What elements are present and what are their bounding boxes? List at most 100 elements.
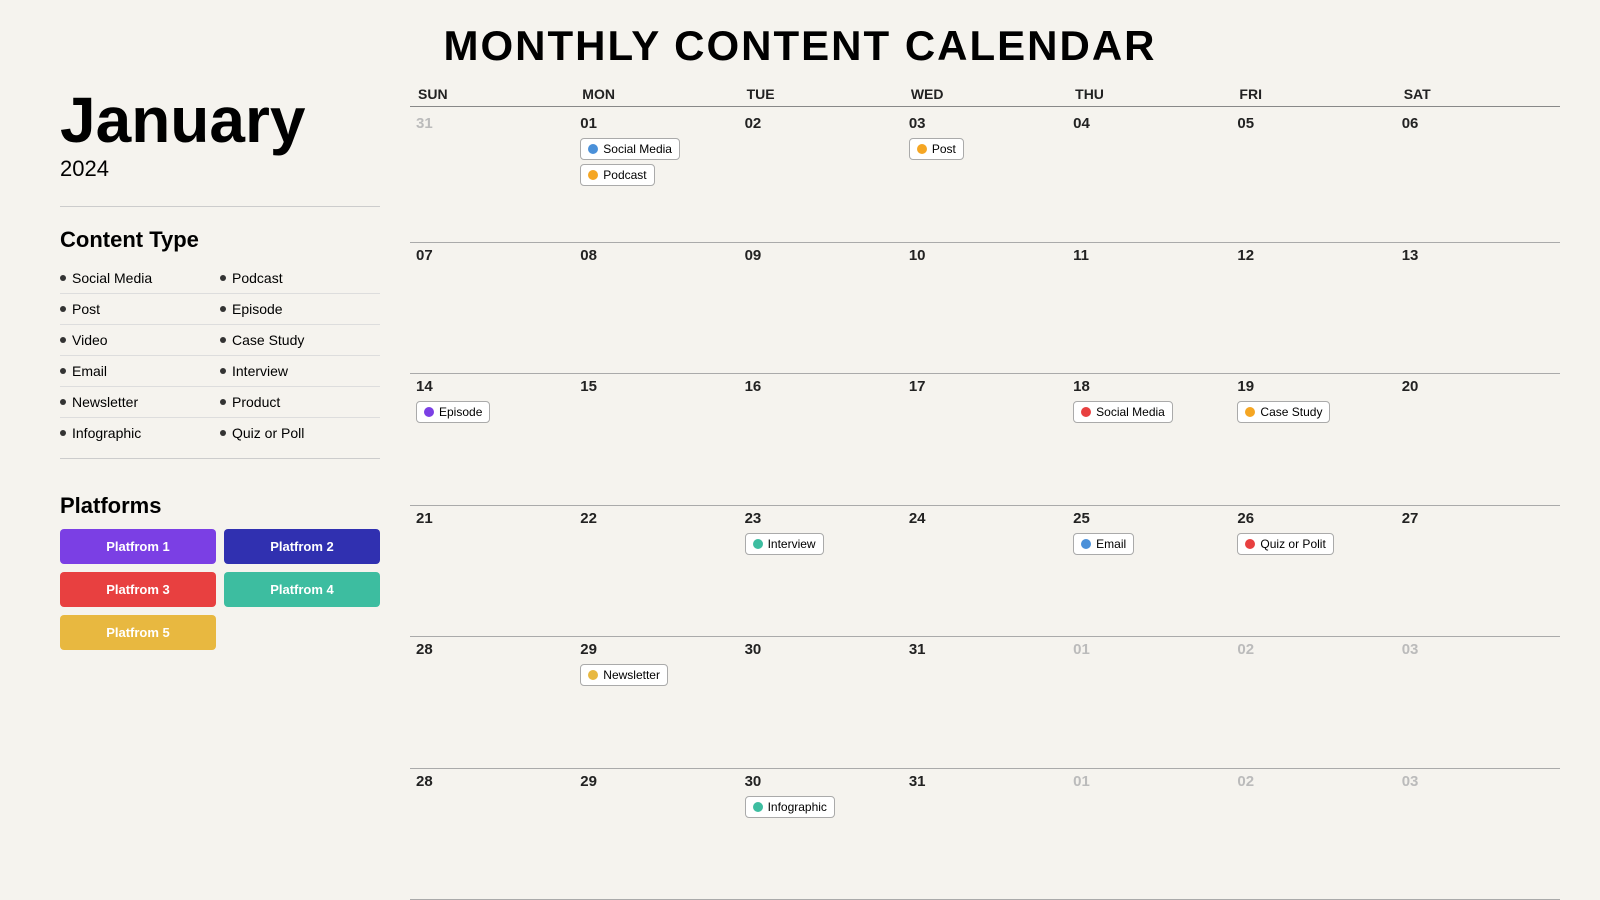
content-type-label: Product	[232, 394, 280, 410]
content-type-item: Video	[60, 325, 220, 356]
platform-btn-p1[interactable]: Platfrom 1	[60, 529, 216, 564]
event-dot	[753, 802, 763, 812]
platform-btn-p2[interactable]: Platfrom 2	[224, 529, 380, 564]
cell-day: 08	[580, 247, 732, 264]
cal-cell: 03	[1396, 769, 1560, 900]
day-header-mon: MON	[574, 80, 738, 107]
cell-day: 25	[1073, 510, 1225, 527]
cell-day: 23	[745, 510, 897, 527]
cell-day: 16	[745, 378, 897, 395]
bullet	[220, 337, 226, 343]
content-type-item: Infographic	[60, 418, 220, 448]
content-type-label: Episode	[232, 301, 283, 317]
content-type-item: Social Media	[60, 263, 220, 294]
cell-day: 02	[745, 115, 897, 132]
event-label: Interview	[768, 537, 816, 551]
cal-cell: 30	[739, 637, 903, 769]
calendar-grid: 3101Social MediaPodcast0203Post040506070…	[410, 111, 1560, 900]
content-type-label: Video	[72, 332, 108, 348]
content-type-item: Case Study	[220, 325, 380, 356]
platform-btn-p5[interactable]: Platfrom 5	[60, 615, 216, 650]
cal-cell: 01	[1067, 637, 1231, 769]
cal-cell: 26Quiz or Polit	[1231, 506, 1395, 638]
bullet	[60, 399, 66, 405]
cell-day: 01	[580, 115, 732, 132]
event-badge: Infographic	[745, 796, 835, 818]
cell-day: 10	[909, 247, 1061, 264]
cell-day: 29	[580, 641, 732, 658]
cal-cell: 17	[903, 374, 1067, 506]
divider-1	[60, 206, 380, 207]
event-dot	[1081, 407, 1091, 417]
cell-day: 31	[909, 641, 1061, 658]
bullet	[60, 430, 66, 436]
content-type-label: Newsletter	[72, 394, 138, 410]
cal-cell: 25 Email	[1067, 506, 1231, 638]
event-dot	[588, 670, 598, 680]
platform-btn-p3[interactable]: Platfrom 3	[60, 572, 216, 607]
cal-cell: 22	[574, 506, 738, 638]
cal-cell: 01	[1067, 769, 1231, 900]
cell-day: 20	[1402, 378, 1554, 395]
event-badge: Newsletter	[580, 664, 668, 686]
cell-day: 28	[416, 773, 568, 790]
cell-day: 28	[416, 641, 568, 658]
day-header-sun: SUN	[410, 80, 574, 107]
cell-day: 19	[1237, 378, 1389, 395]
cal-cell: 29	[574, 769, 738, 900]
page-title: MONTHLY CONTENT CALENDAR	[443, 22, 1156, 70]
cell-day: 22	[580, 510, 732, 527]
content-type-label: Post	[72, 301, 100, 317]
event-badge: Social Media	[580, 138, 680, 160]
event-label: Case Study	[1260, 405, 1322, 419]
divider-2	[60, 458, 380, 459]
event-badge: Email	[1073, 533, 1134, 555]
cell-day: 30	[745, 641, 897, 658]
cal-cell: 29 Newsletter	[574, 637, 738, 769]
event-dot	[424, 407, 434, 417]
event-badge: Quiz or Polit	[1237, 533, 1333, 555]
cal-cell: 01 Social Media Podcast	[574, 111, 738, 243]
cell-day: 03	[1402, 641, 1554, 658]
event-badge: Podcast	[580, 164, 654, 186]
event-label: Social Media	[603, 142, 672, 156]
calendar-panel: SUNMONTUEWEDTHUFRISAT 3101Social MediaPo…	[400, 80, 1570, 900]
event-dot	[588, 170, 598, 180]
cal-cell: 05	[1231, 111, 1395, 243]
content-type-label: Case Study	[232, 332, 304, 348]
bullet	[220, 430, 226, 436]
cal-cell: 09	[739, 243, 903, 375]
cal-cell: 28	[410, 637, 574, 769]
content-type-item: Post	[60, 294, 220, 325]
event-dot	[917, 144, 927, 154]
content-type-label: Interview	[232, 363, 288, 379]
content-type-item: Product	[220, 387, 380, 418]
cell-day: 06	[1402, 115, 1554, 132]
bullet	[60, 275, 66, 281]
cal-cell: 02	[1231, 637, 1395, 769]
cal-cell: 18Social Media	[1067, 374, 1231, 506]
day-header-sat: SAT	[1396, 80, 1560, 107]
cal-cell: 04	[1067, 111, 1231, 243]
day-header-thu: THU	[1067, 80, 1231, 107]
event-dot	[753, 539, 763, 549]
platforms-title: Platforms	[60, 493, 380, 519]
cell-day: 01	[1073, 641, 1225, 658]
cal-cell: 11	[1067, 243, 1231, 375]
platform-grid: Platfrom 1Platfrom 2Platfrom 3Platfrom 4…	[60, 529, 380, 650]
cell-day: 12	[1237, 247, 1389, 264]
cal-cell: 13	[1396, 243, 1560, 375]
content-type-item: Episode	[220, 294, 380, 325]
cal-cell: 31	[410, 111, 574, 243]
event-badge: Post	[909, 138, 964, 160]
cell-day: 24	[909, 510, 1061, 527]
platform-btn-p4[interactable]: Platfrom 4	[224, 572, 380, 607]
event-badge: Social Media	[1073, 401, 1173, 423]
event-badge: Case Study	[1237, 401, 1330, 423]
bullet	[220, 399, 226, 405]
cal-cell: 19 Case Study	[1231, 374, 1395, 506]
cell-day: 13	[1402, 247, 1554, 264]
cal-cell: 14Episode	[410, 374, 574, 506]
content-type-label: Quiz or Poll	[232, 425, 304, 441]
event-label: Social Media	[1096, 405, 1165, 419]
